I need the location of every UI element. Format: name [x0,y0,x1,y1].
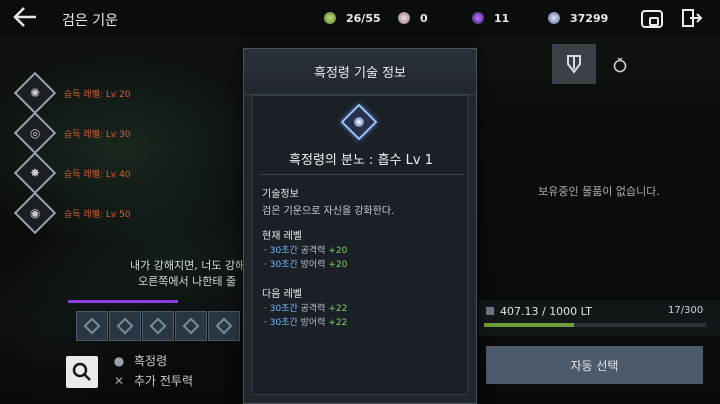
silver-icon [548,12,560,24]
skill-info-heading: 기술정보 [262,189,299,200]
skill-icon: ✺ [13,71,57,115]
crossed-swords-icon: ✕ [113,373,125,388]
weight-value: 407.13 / 1000 LT [500,305,593,318]
pearl-icon [398,12,410,24]
screen-title: 검은 기운 [62,13,118,29]
ring-icon [613,57,627,73]
tab-accessory[interactable] [598,44,642,84]
modal-title: 흑정령 기술 정보 [244,49,476,95]
stat-bonus: +22 [328,318,348,328]
energy-icon [324,12,336,24]
feed-slot[interactable] [76,311,108,341]
current-level-heading: 현재 레벨 [262,231,302,242]
filter-combat-power[interactable]: ✕ 추가 전투력 [112,372,193,389]
back-arrow-icon[interactable] [12,6,40,30]
auto-select-button[interactable]: 자동 선택 [486,346,703,384]
stat-bonus: +22 [328,304,348,314]
weight-progress-fill [484,323,575,327]
slot-count: 17/300 [668,305,704,316]
weight-progress-track [484,323,706,327]
skill-icon: ✸ [13,151,57,195]
current-stat-line: · 30초간 방어력 +20 [264,260,348,270]
currency-silver: 37299 [548,9,608,27]
filter-black-spirit[interactable]: ● 흑정령 [112,352,167,369]
currency-silver-value: 37299 [570,11,609,25]
stat-name: 공격력 [300,246,326,256]
currency-pearl-value: 0 [420,11,428,25]
feed-slot-row [76,311,240,341]
stat-name: 방어력 [300,318,326,328]
stat-duration: 30초간 [269,318,298,328]
next-stat-line: · 30초간 공격력 +22 [264,304,348,314]
feed-slot[interactable] [175,311,207,341]
search-button[interactable] [66,356,98,388]
currency-black-stone-value: 11 [494,11,510,25]
black-spirit-icon: ● [113,353,125,368]
spirit-progress-bar [68,300,178,303]
modal-divider [260,174,464,175]
weight-icon [486,307,494,315]
next-stat-line: · 30초간 방어력 +22 [264,318,348,328]
stat-bonus: +20 [328,246,348,256]
current-stat-line: · 30초간 공격력 +20 [264,246,348,256]
skill-item[interactable]: ✺ 습득 레벨: Lv 20 [13,71,131,115]
tab-weapon[interactable] [552,44,596,84]
weight-readout: 407.13 / 1000 LT [486,305,592,318]
stat-bonus: +20 [328,260,348,270]
black-stone-icon [472,12,484,24]
stat-duration: 30초간 [269,304,298,314]
skill-item[interactable]: ◎ 습득 레벨: Lv 30 [13,111,131,155]
skill-level-label: 습득 레벨: Lv 50 [64,209,131,220]
sword-shield-icon [567,55,581,74]
skill-name: 흑정령의 분노 : 흡수 Lv 1 [289,153,433,168]
next-level-heading: 다음 레벨 [262,289,302,300]
skill-level-label: 습득 레벨: Lv 40 [64,169,131,180]
stat-name: 공격력 [300,304,326,314]
skill-level-label: 습득 레벨: Lv 20 [64,89,131,100]
skill-level-label: 습득 레벨: Lv 30 [64,129,131,140]
skill-info-modal: 흑정령 기술 정보 흑정령의 분노 : 흡수 Lv 1 기술정보 검은 기운으로… [243,48,477,404]
stat-name: 방어력 [300,260,326,270]
skill-item[interactable]: ◉ 습득 레벨: Lv 50 [13,191,131,235]
skill-item[interactable]: ✸ 습득 레벨: Lv 40 [13,151,131,195]
stat-duration: 30초간 [269,260,298,270]
filter-label: 추가 전투력 [134,374,194,388]
currency-pearl: 0 [398,9,428,27]
skill-icon: ◉ [13,191,57,235]
feed-slot[interactable] [142,311,174,341]
stat-duration: 30초간 [269,246,298,256]
top-bar: 검은 기운 26/55 0 11 37299 [0,0,720,36]
search-icon [72,362,91,381]
currency-black-stone: 11 [472,9,509,27]
feed-slot[interactable] [208,311,240,341]
storage-icon[interactable] [641,10,663,28]
feed-slot[interactable] [109,311,141,341]
exit-icon[interactable] [681,8,703,28]
currency-energy: 26/55 [324,9,381,27]
skill-info-description: 검은 기운으로 자신을 강화한다. [262,206,395,217]
filter-label: 흑정령 [134,354,168,368]
empty-inventory-message: 보유중인 물품이 없습니다. [538,185,660,198]
currency-energy-value: 26/55 [346,11,381,25]
skill-icon: ◎ [13,111,57,155]
